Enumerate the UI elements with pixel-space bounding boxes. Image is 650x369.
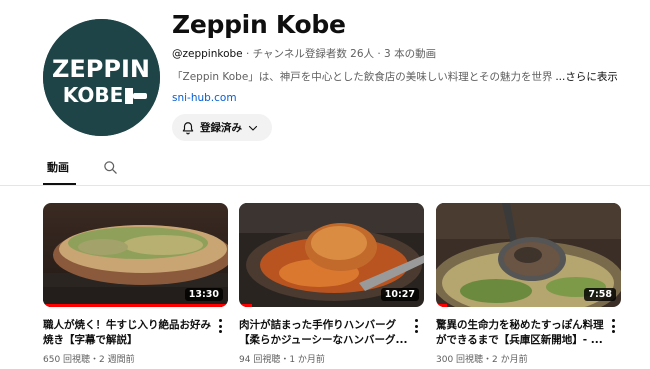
watch-progress-bar	[436, 304, 448, 307]
video-title-line: 【柔らかジューシーなハンバーグ...	[239, 334, 408, 346]
video-title-line: 肉汁が詰まった手作りハンバーグ	[239, 319, 397, 331]
subscribed-button[interactable]: 登録済み	[172, 114, 272, 141]
video-duration: 7:58	[584, 288, 616, 301]
watch-progress-bar	[239, 304, 252, 307]
channel-link[interactable]: sni-hub.com	[172, 92, 237, 104]
video-title-line: 焼き【字幕で解説】	[43, 334, 138, 346]
video-thumbnail[interactable]: 13:30	[43, 203, 228, 307]
video-duration: 10:27	[380, 288, 419, 301]
channel-tabs: 動画	[0, 150, 650, 186]
video-meta: 300 回視聴・2 か月前	[436, 355, 528, 365]
video-title-line: 驚異の生命力を秘めたすっぽん料理	[436, 319, 604, 331]
more-options-icon[interactable]	[414, 319, 418, 333]
svg-text:KOBE: KOBE	[63, 83, 124, 107]
video-meta: 94 回視聴・1 か月前	[239, 355, 325, 365]
video-title-line: ができるまで【兵庫区新開地】- ...	[436, 334, 603, 346]
video-title-line: 職人が焼く！牛すじ入り絶品お好み	[43, 319, 211, 331]
zeppin-kobe-logo: ZEPPIN KOBE	[43, 19, 160, 136]
bell-icon	[182, 121, 194, 134]
chevron-down-icon	[248, 125, 258, 131]
video-card[interactable]: 7:58 驚異の生命力を秘めたすっぽん料理 ができるまで【兵庫区新開地】- ..…	[436, 203, 621, 365]
channel-description[interactable]: 「Zeppin Kobe」は、神戸を中心とした飲食店の美味しい料理とその魅力を世…	[172, 69, 617, 84]
channel-avatar[interactable]: ZEPPIN KOBE	[43, 19, 160, 136]
video-thumbnail[interactable]: 10:27	[239, 203, 424, 307]
channel-title: Zeppin Kobe	[172, 10, 346, 39]
video-card[interactable]: 10:27 肉汁が詰まった手作りハンバーグ 【柔らかジューシーなハンバーグ...…	[239, 203, 424, 365]
video-card[interactable]: 13:30 職人が焼く！牛すじ入り絶品お好み 焼き【字幕で解説】 650 回視聴…	[43, 203, 228, 365]
video-title[interactable]: 驚異の生命力を秘めたすっぽん料理 ができるまで【兵庫区新開地】- ...	[436, 318, 606, 348]
subscribe-label: 登録済み	[200, 122, 242, 134]
channel-handle: @zeppinkobe	[172, 48, 243, 60]
active-tab-indicator	[43, 183, 76, 185]
video-duration: 13:30	[184, 288, 223, 301]
video-title[interactable]: 肉汁が詰まった手作りハンバーグ 【柔らかジューシーなハンバーグ...	[239, 318, 409, 348]
tab-videos[interactable]: 動画	[47, 159, 69, 175]
video-title[interactable]: 職人が焼く！牛すじ入り絶品お好み 焼き【字幕で解説】	[43, 318, 213, 348]
svg-text:ZEPPIN: ZEPPIN	[52, 55, 150, 83]
more-options-icon[interactable]	[611, 319, 615, 333]
watch-progress-bar	[43, 304, 228, 307]
description-text: 「Zeppin Kobe」は、神戸を中心とした飲食店の美味しい料理とその魅力を世…	[172, 71, 552, 83]
show-more-link[interactable]: ...さらに表示	[555, 71, 617, 83]
video-meta: 650 回視聴・2 週間前	[43, 355, 135, 365]
search-icon[interactable]	[103, 160, 118, 175]
channel-meta: @zeppinkobe · チャンネル登録者数 26人 · 3 本の動画	[172, 46, 436, 61]
video-thumbnail[interactable]: 7:58	[436, 203, 621, 307]
more-options-icon[interactable]	[218, 319, 222, 333]
channel-stats: · チャンネル登録者数 26人 · 3 本の動画	[242, 48, 437, 60]
